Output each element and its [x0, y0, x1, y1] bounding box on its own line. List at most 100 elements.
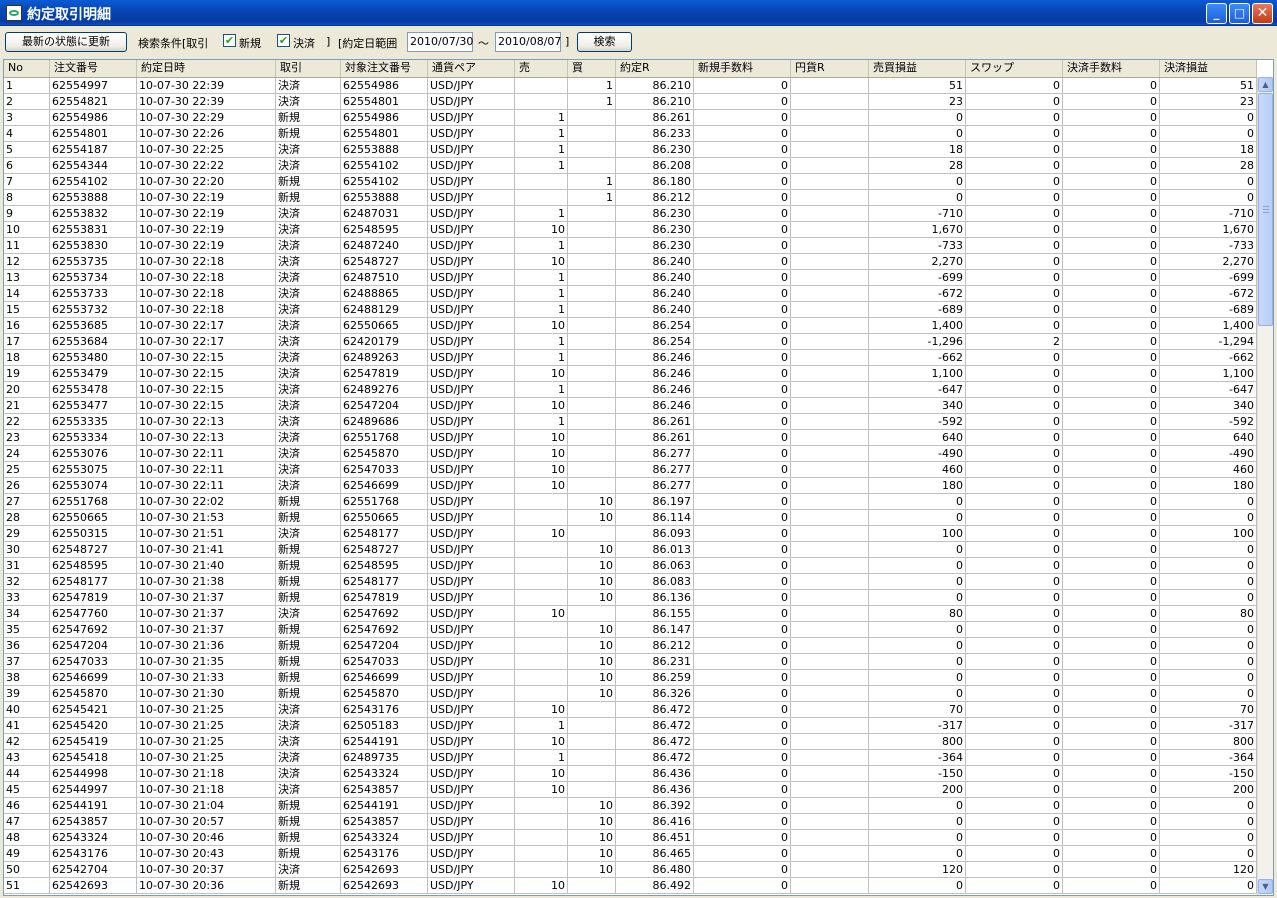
cell-rate: 86.472: [616, 734, 694, 750]
table-row[interactable]: 33 62547819 10-07-30 21:37 新規 62547819 USD/JP…: [4, 590, 1257, 606]
new-checkbox[interactable]: ✔: [223, 34, 236, 47]
table-row[interactable]: 22 62553335 10-07-30 22:13 決済 62489686 USD/JP…: [4, 414, 1257, 430]
table-row[interactable]: 6 62554344 10-07-30 22:22 決済 62554102 USD/JPY…: [4, 158, 1257, 174]
table-row[interactable]: 26 62553074 10-07-30 22:11 決済 62546699 USD/JP…: [4, 478, 1257, 494]
date-from-field[interactable]: 2010/07/30: [407, 32, 473, 52]
table-row[interactable]: 47 62543857 10-07-30 20:57 新規 62543857 USD/JP…: [4, 814, 1257, 830]
table-row[interactable]: 17 62553684 10-07-30 22:17 決済 62420179 USD/JP…: [4, 334, 1257, 350]
table-row[interactable]: 27 62551768 10-07-30 22:02 新規 62551768 USD/JP…: [4, 494, 1257, 510]
cell-order-number: 62550315: [50, 526, 137, 542]
cell-no: 2: [4, 94, 50, 110]
title-bar[interactable]: 約定取引明細 _ □ ✕: [0, 0, 1277, 26]
table-row[interactable]: 30 62548727 10-07-30 21:41 新規 62548727 USD/JP…: [4, 542, 1257, 558]
column-header-swap[interactable]: スワップ: [966, 60, 1063, 77]
column-header-yen-rate[interactable]: 円貨R: [791, 60, 869, 77]
column-header-open-fee[interactable]: 新規手数料: [694, 60, 791, 77]
table-row[interactable]: 48 62543324 10-07-30 20:46 新規 62543324 USD/JP…: [4, 830, 1257, 846]
table-row[interactable]: 9 62553832 10-07-30 22:19 決済 62487031 USD/JPY…: [4, 206, 1257, 222]
column-header-close-fee[interactable]: 決済手数料: [1063, 60, 1160, 77]
table-row[interactable]: 2 62554821 10-07-30 22:39 決済 62554801 USD/JPY…: [4, 94, 1257, 110]
table-row[interactable]: 16 62553685 10-07-30 22:17 決済 62550665 USD/JP…: [4, 318, 1257, 334]
vertical-scrollbar[interactable]: ▲ ▼: [1257, 77, 1273, 895]
table-row[interactable]: 21 62553477 10-07-30 22:15 決済 62547204 USD/JP…: [4, 398, 1257, 414]
table-row[interactable]: 15 62553732 10-07-30 22:18 決済 62488129 USD/JP…: [4, 302, 1257, 318]
table-row[interactable]: 28 62550665 10-07-30 21:53 新規 62550665 USD/JP…: [4, 510, 1257, 526]
table-row[interactable]: 40 62545421 10-07-30 21:25 決済 62543176 USD/JP…: [4, 702, 1257, 718]
table-row[interactable]: 51 62542693 10-07-30 20:36 新規 62542693 USD/JP…: [4, 878, 1257, 894]
column-header-settle-pl[interactable]: 決済損益: [1160, 60, 1257, 77]
table-row[interactable]: 18 62553480 10-07-30 22:15 決済 62489263 USD/JP…: [4, 350, 1257, 366]
table-row[interactable]: 5 62554187 10-07-30 22:25 決済 62553888 USD/JPY…: [4, 142, 1257, 158]
cell-swap: 0: [966, 350, 1063, 366]
trade-table[interactable]: No 注文番号 約定日時 取引 対象注文番号 通貨ペア売買約定R 新規手数料 円貨R 売買損益ス…: [3, 59, 1274, 896]
cell-order-number: 62553732: [50, 302, 137, 318]
table-row[interactable]: 7 62554102 10-07-30 22:20 新規 62554102 USD/JPY…: [4, 174, 1257, 190]
table-row[interactable]: 25 62553075 10-07-30 22:11 決済 62547033 USD/JP…: [4, 462, 1257, 478]
table-row[interactable]: 50 62542704 10-07-30 20:37 決済 62542693 USD/JP…: [4, 862, 1257, 878]
table-row[interactable]: 46 62544191 10-07-30 21:04 新規 62544191 USD/JP…: [4, 798, 1257, 814]
cell-yen-rate: [791, 286, 869, 302]
column-header-order-number[interactable]: 注文番号: [50, 60, 137, 77]
table-row[interactable]: 31 62548595 10-07-30 21:40 新規 62548595 USD/JP…: [4, 558, 1257, 574]
column-header-sell[interactable]: 売: [515, 60, 568, 77]
column-header-trade-type[interactable]: 取引: [276, 60, 341, 77]
cell-settle-pl: 0: [1160, 670, 1257, 686]
maximize-button[interactable]: □: [1229, 3, 1250, 24]
table-row[interactable]: 44 62544998 10-07-30 21:18 決済 62543324 USD/JP…: [4, 766, 1257, 782]
table-row[interactable]: 35 62547692 10-07-30 21:37 新規 62547692 USD/JP…: [4, 622, 1257, 638]
table-row[interactable]: 42 62545419 10-07-30 21:25 決済 62544191 USD/JP…: [4, 734, 1257, 750]
table-row[interactable]: 41 62545420 10-07-30 21:25 決済 62505183 USD/JP…: [4, 718, 1257, 734]
settle-checkbox[interactable]: ✔: [277, 34, 290, 47]
table-row[interactable]: 20 62553478 10-07-30 22:15 決済 62489276 USD/JP…: [4, 382, 1257, 398]
column-header-currency-pair[interactable]: 通貨ペア: [428, 60, 515, 77]
cell-swap: 0: [966, 382, 1063, 398]
cell-trade-pl: -1,296: [869, 334, 966, 350]
minimize-button[interactable]: _: [1206, 3, 1227, 24]
table-row[interactable]: 36 62547204 10-07-30 21:36 新規 62547204 USD/JP…: [4, 638, 1257, 654]
table-row[interactable]: 37 62547033 10-07-30 21:35 新規 62547033 USD/JP…: [4, 654, 1257, 670]
scroll-thumb[interactable]: [1258, 93, 1273, 326]
cell-yen-rate: [791, 126, 869, 142]
cell-buy: 10: [568, 814, 616, 830]
table-row[interactable]: 19 62553479 10-07-30 22:15 決済 62547819 USD/JP…: [4, 366, 1257, 382]
column-header-buy[interactable]: 買: [568, 60, 616, 77]
date-to-field[interactable]: 2010/08/07: [495, 32, 561, 52]
table-row[interactable]: 1 62554997 10-07-30 22:39 決済 62554986 USD/JPY…: [4, 78, 1257, 94]
cell-order-number: 62553831: [50, 222, 137, 238]
table-row[interactable]: 13 62553734 10-07-30 22:18 決済 62487510 USD/JP…: [4, 270, 1257, 286]
column-header-trade-datetime[interactable]: 約定日時: [137, 60, 276, 77]
cell-buy: [568, 734, 616, 750]
table-row[interactable]: 23 62553334 10-07-30 22:13 決済 62551768 USD/JP…: [4, 430, 1257, 446]
cell-currency-pair: USD/JPY: [428, 430, 515, 446]
cell-open-fee: 0: [694, 654, 791, 670]
column-header-no[interactable]: No: [4, 60, 50, 77]
search-button[interactable]: 検索: [577, 32, 632, 52]
table-row[interactable]: 12 62553735 10-07-30 22:18 決済 62548727 USD/JP…: [4, 254, 1257, 270]
table-row[interactable]: 39 62545870 10-07-30 21:30 新規 62545870 USD/JP…: [4, 686, 1257, 702]
scroll-down-button[interactable]: ▼: [1258, 879, 1273, 894]
scroll-up-button[interactable]: ▲: [1258, 77, 1273, 92]
table-row[interactable]: 11 62553830 10-07-30 22:19 決済 62487240 USD/JP…: [4, 238, 1257, 254]
cell-trade-pl: 120: [869, 862, 966, 878]
table-row[interactable]: 45 62544997 10-07-30 21:18 決済 62543857 USD/JP…: [4, 782, 1257, 798]
cell-yen-rate: [791, 462, 869, 478]
table-row[interactable]: 3 62554986 10-07-30 22:29 新規 62554986 USD/JPY…: [4, 110, 1257, 126]
column-header-target-order-number[interactable]: 対象注文番号: [341, 60, 428, 77]
table-row[interactable]: 29 62550315 10-07-30 21:51 決済 62548177 USD/JP…: [4, 526, 1257, 542]
column-header-trade-pl[interactable]: 売買損益: [869, 60, 966, 77]
close-button[interactable]: ✕: [1252, 3, 1273, 24]
table-row[interactable]: 43 62545418 10-07-30 21:25 決済 62489735 USD/JP…: [4, 750, 1257, 766]
refresh-button[interactable]: 最新の状態に更新: [5, 32, 127, 52]
table-row[interactable]: 8 62553888 10-07-30 22:19 新規 62553888 USD/JPY…: [4, 190, 1257, 206]
table-row[interactable]: 32 62548177 10-07-30 21:38 新規 62548177 USD/JP…: [4, 574, 1257, 590]
column-header-rate[interactable]: 約定R: [616, 60, 694, 77]
cell-close-fee: 0: [1063, 366, 1160, 382]
table-row[interactable]: 24 62553076 10-07-30 22:11 決済 62545870 USD/JP…: [4, 446, 1257, 462]
table-row[interactable]: 38 62546699 10-07-30 21:33 新規 62546699 USD/JP…: [4, 670, 1257, 686]
table-row[interactable]: 14 62553733 10-07-30 22:18 決済 62488865 USD/JP…: [4, 286, 1257, 302]
table-row[interactable]: 34 62547760 10-07-30 21:37 決済 62547692 USD/JP…: [4, 606, 1257, 622]
cell-currency-pair: USD/JPY: [428, 494, 515, 510]
table-row[interactable]: 49 62543176 10-07-30 20:43 新規 62543176 USD/JP…: [4, 846, 1257, 862]
table-row[interactable]: 4 62554801 10-07-30 22:26 新規 62554801 USD/JPY…: [4, 126, 1257, 142]
table-row[interactable]: 10 62553831 10-07-30 22:19 決済 62548595 USD/JP…: [4, 222, 1257, 238]
